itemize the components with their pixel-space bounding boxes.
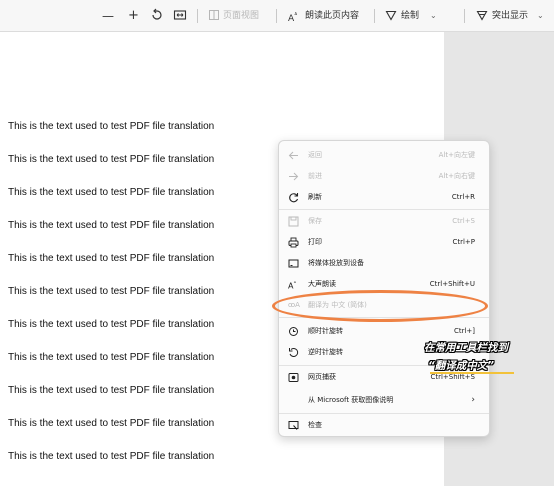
page-view-button[interactable]: 页面视图 xyxy=(208,8,268,24)
translate-icon: ꝏA xyxy=(288,301,300,309)
menu-item-rotate-clockwise[interactable]: 顺时针旋转 Ctrl+] xyxy=(279,322,489,340)
menu-item-shortcut: Ctrl+] xyxy=(453,327,475,335)
menu-item-label: 将媒体投放到设备 xyxy=(308,259,364,267)
menu-item-save[interactable]: 保存 Ctrl+S xyxy=(279,212,489,230)
menu-item-label: 检查 xyxy=(308,421,322,429)
chevron-down-icon[interactable]: ⌄ xyxy=(430,8,437,24)
arrow-right-icon xyxy=(288,171,299,182)
context-menu: 返回 Alt+向左键 前进 Alt+向右键 刷新 Ctrl+R 保存 Ctrl+… xyxy=(278,140,490,437)
chevron-right-icon: › xyxy=(471,395,475,405)
text-line: This is the text used to test PDF file t… xyxy=(8,385,215,396)
menu-item-translate[interactable]: ꝏA 翻译为 中文 (简体) xyxy=(279,296,489,314)
menu-item-forward[interactable]: 前进 Alt+向右键 xyxy=(279,167,489,185)
read-aloud-icon: Aᐞ xyxy=(288,12,298,24)
menu-item-inspect[interactable]: 检查 xyxy=(279,416,489,434)
rotate-icon xyxy=(150,8,164,22)
menu-divider xyxy=(279,209,489,210)
text-line: This is the text used to test PDF file t… xyxy=(8,286,215,297)
annotation-line-1: 在常用工具栏找到 xyxy=(424,342,508,354)
menu-item-image-descriptions[interactable]: 从 Microsoft 获取图像说明 › xyxy=(279,391,489,409)
save-icon xyxy=(288,216,299,227)
text-line: This is the text used to test PDF file t… xyxy=(8,418,215,429)
menu-item-label: 翻译为 中文 (简体) xyxy=(308,301,367,309)
chevron-down-icon[interactable]: ⌄ xyxy=(537,8,544,24)
text-line: This is the text used to test PDF file t… xyxy=(8,352,215,363)
rotate-counterclockwise-icon xyxy=(288,347,299,358)
text-line: This is the text used to test PDF file t… xyxy=(8,121,215,132)
menu-item-print[interactable]: 打印 Ctrl+P xyxy=(279,233,489,251)
menu-item-label: 大声朗读 xyxy=(308,280,336,288)
menu-item-label: 顺时针旋转 xyxy=(308,327,343,335)
inspect-icon xyxy=(288,420,299,431)
menu-item-label: 打印 xyxy=(308,238,322,246)
text-line: This is the text used to test PDF file t… xyxy=(8,451,215,462)
cast-icon xyxy=(288,258,299,269)
fit-page-button[interactable] xyxy=(173,8,187,24)
toolbar-divider xyxy=(276,9,277,23)
menu-item-read-aloud[interactable]: Aᐞ 大声朗读 Ctrl+Shift+U xyxy=(279,275,489,293)
menu-item-label: 返回 xyxy=(308,151,322,159)
zoom-in-button[interactable]: + xyxy=(128,8,139,24)
fit-page-icon xyxy=(173,8,187,22)
printer-icon xyxy=(288,237,299,248)
toolbar-divider xyxy=(374,9,375,23)
annotation-line-2: “翻译成中文” xyxy=(428,360,495,372)
text-line: This is the text used to test PDF file t… xyxy=(8,187,215,198)
menu-item-cast-media[interactable]: 将媒体投放到设备 xyxy=(279,254,489,272)
menu-item-shortcut: Alt+向右键 xyxy=(438,172,475,180)
menu-item-label: 前进 xyxy=(308,172,322,180)
pdf-toolbar: — + 页面视图 Aᐞ 朗读此页内容 绘制 ⌄ 突出显示 ⌄ xyxy=(0,0,554,32)
text-line: This is the text used to test PDF file t… xyxy=(8,319,215,330)
highlight-label: 突出显示 xyxy=(492,11,529,21)
menu-item-shortcut: Alt+向左键 xyxy=(438,151,475,159)
read-aloud-button[interactable]: Aᐞ 朗读此页内容 xyxy=(288,8,368,24)
arrow-left-icon xyxy=(288,150,299,161)
menu-divider xyxy=(279,317,489,318)
draw-button[interactable]: 绘制 ⌄ xyxy=(385,8,443,24)
menu-item-back[interactable]: 返回 Alt+向左键 xyxy=(279,146,489,164)
menu-item-label: 从 Microsoft 获取图像说明 xyxy=(308,396,394,404)
text-line: This is the text used to test PDF file t… xyxy=(8,154,215,165)
page-view-label: 页面视图 xyxy=(223,11,260,21)
draw-label: 绘制 xyxy=(401,11,420,21)
read-aloud-icon: Aᐞ xyxy=(288,281,297,291)
text-line: This is the text used to test PDF file t… xyxy=(8,253,215,264)
highlight-button[interactable]: 突出显示 ⌄ xyxy=(476,8,554,24)
text-line: This is the text used to test PDF file t… xyxy=(8,220,215,231)
menu-item-shortcut: Ctrl+Shift+U xyxy=(429,280,475,288)
rotate-button[interactable] xyxy=(150,8,164,24)
menu-item-label: 逆时针旋转 xyxy=(308,348,343,356)
menu-item-label: 保存 xyxy=(308,217,322,225)
web-capture-icon xyxy=(288,372,299,383)
menu-item-shortcut: Ctrl+R xyxy=(451,193,475,201)
toolbar-divider xyxy=(464,9,465,23)
annotation-underline xyxy=(430,372,514,374)
zoom-out-button[interactable]: — xyxy=(102,8,114,24)
rotate-clockwise-icon xyxy=(288,326,299,337)
menu-item-refresh[interactable]: 刷新 Ctrl+R xyxy=(279,188,489,206)
menu-item-shortcut: Ctrl+S xyxy=(452,217,475,225)
menu-item-label: 网页捕获 xyxy=(308,373,336,381)
menu-divider xyxy=(279,413,489,414)
read-aloud-label: 朗读此页内容 xyxy=(305,11,360,21)
menu-item-shortcut: Ctrl+P xyxy=(452,238,475,246)
toolbar-divider xyxy=(197,9,198,23)
refresh-icon xyxy=(288,192,299,203)
menu-item-label: 刷新 xyxy=(308,193,322,201)
